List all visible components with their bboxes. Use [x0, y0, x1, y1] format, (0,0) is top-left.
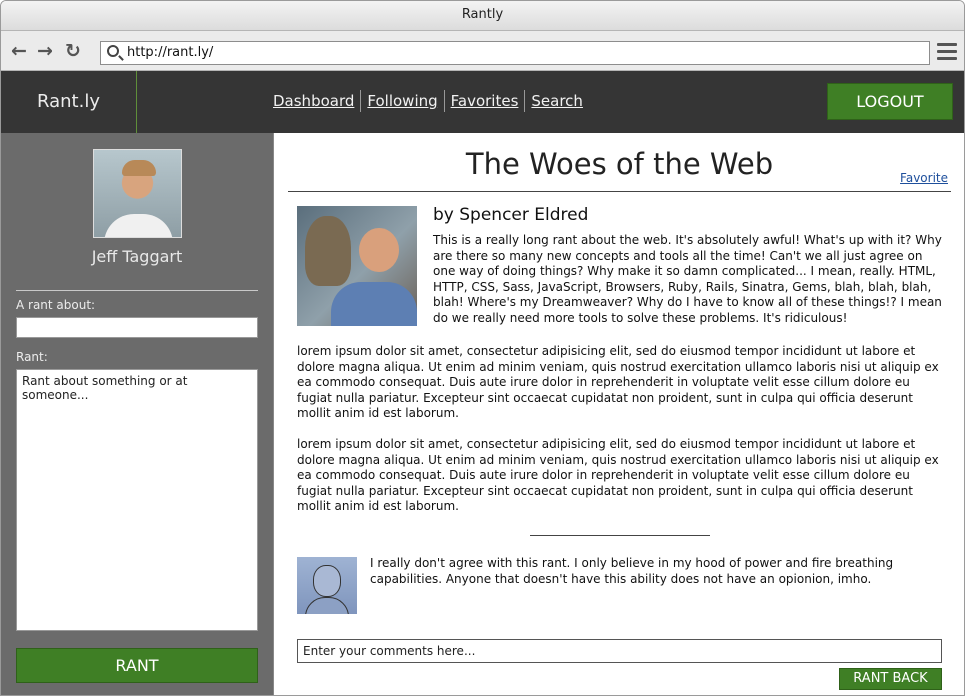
post-paragraph: lorem ipsum dolor sit amet, consectetur … [297, 437, 939, 514]
app-header: Rant.ly Dashboard Following Favorites Se… [1, 71, 964, 133]
rant-label: Rant: [16, 350, 48, 364]
browser-window: Rantly ← → ↻ http://rant.ly/ Rant.ly Das… [0, 0, 965, 696]
user-avatar [93, 149, 182, 238]
sidebar-divider [16, 290, 258, 291]
window-title: Rantly [461, 7, 504, 22]
commenter-avatar [297, 557, 357, 614]
user-name: Jeff Taggart [91, 247, 183, 266]
rant-submit-button[interactable]: RANT [16, 648, 258, 683]
nav-search-link[interactable]: Search [524, 90, 589, 112]
search-icon [107, 45, 119, 57]
rant-about-label: A rant about: [16, 298, 96, 312]
post-paragraph: lorem ipsum dolor sit amet, consectetur … [297, 344, 939, 421]
browser-toolbar: ← → ↻ http://rant.ly/ [1, 31, 964, 71]
nav-following-link[interactable]: Following [360, 90, 443, 112]
main-nav: Dashboard Following Favorites Search [267, 90, 589, 112]
title-divider [288, 191, 951, 192]
logout-button[interactable]: LOGOUT [827, 83, 953, 120]
author-photo [297, 206, 417, 326]
comments-divider [530, 535, 710, 536]
brand-logo[interactable]: Rant.ly [1, 71, 137, 133]
address-url: http://rant.ly/ [127, 45, 214, 60]
post-title: The Woes of the Web [465, 147, 774, 181]
comment-text: I really don't agree with this rant. I o… [370, 556, 894, 586]
nav-dashboard-link[interactable]: Dashboard [267, 90, 360, 112]
rant-textarea[interactable]: Rant about something or at someone... [16, 369, 258, 631]
favorite-link[interactable]: Favorite [900, 171, 948, 185]
main-content: The Woes of the Web Favorite by Spencer … [273, 133, 964, 695]
post-byline: by Spencer Eldred [433, 205, 589, 225]
comment-input[interactable]: Enter your comments here... [297, 639, 942, 663]
post-intro: This is a really long rant about the web… [433, 233, 942, 325]
back-arrow-icon[interactable]: ← [9, 41, 29, 61]
sidebar: Jeff Taggart A rant about: Rant: Rant ab… [1, 133, 273, 695]
rant-about-input[interactable] [16, 317, 258, 338]
reload-icon[interactable]: ↻ [63, 41, 83, 61]
forward-arrow-icon[interactable]: → [35, 41, 55, 61]
hamburger-menu-icon[interactable] [937, 43, 957, 61]
rant-back-button[interactable]: RANT BACK [839, 668, 942, 690]
window-title-bar: Rantly [1, 1, 964, 31]
address-bar[interactable]: http://rant.ly/ [100, 41, 930, 65]
nav-favorites-link[interactable]: Favorites [443, 90, 525, 112]
